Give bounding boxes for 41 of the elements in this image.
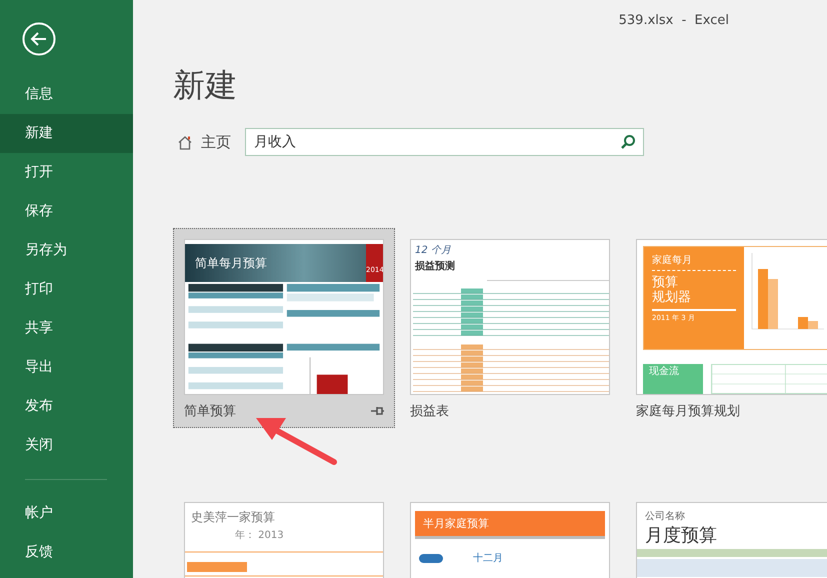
search-field[interactable]: 月收入 [245,128,644,156]
sidebar-item[interactable]: 另存为 [0,231,133,270]
template-card[interactable]: 公司名称 月度预算 [625,491,827,578]
toggle-drawing [419,554,443,562]
template-card[interactable]: 12 个月 损益预测 损益表 [399,228,621,428]
sidebar-item[interactable]: 打印 [0,270,133,309]
sidebar-item[interactable]: 保存 [0,192,133,231]
window-title: 539.xlsx - Excel [618,13,729,28]
preview-tag: 现金流 [643,364,703,394]
sidebar-item[interactable]: 共享 [0,309,133,348]
preview-title: 半月家庭预算 [415,511,605,539]
preview-title: 预算 [652,275,679,290]
template-card[interactable]: 史美萍一家预算 年： 2013 [173,491,395,578]
preview-title: 月度预算 [644,524,718,547]
preview-title: 损益预测 [414,260,456,274]
preview-caption: 12 个月 [414,244,452,257]
sidebar-item[interactable]: 打开 [0,153,133,192]
sidebar-item[interactable]: 信息 [0,75,133,114]
sidebar-item[interactable]: 导出 [0,348,133,387]
sidebar-item[interactable]: 关闭 [0,426,133,465]
sidebar-item[interactable]: 帐户 [0,494,133,533]
preview-year: 年： 2013 [234,529,285,543]
template-name: 损益表 [410,403,449,420]
search-icon [620,134,636,150]
preview-caption: 公司名称 [644,510,686,523]
preview-title: 规划器 [652,290,692,305]
preview-title: 简单每月预算 [195,254,267,272]
preview-month: 十二月 [473,552,503,565]
house-icon [177,134,193,150]
page-heading: 新建 [173,66,238,104]
preview-caption: 家庭每月 [652,253,736,271]
preview-title: 史美萍一家预算 [190,509,276,526]
template-name: 家庭每月预算规划 [636,403,740,420]
template-name: 简单预算 [184,403,236,420]
back-button[interactable] [22,22,56,56]
sidebar-item[interactable]: 发布 [0,387,133,426]
sidebar-item[interactable]: 反馈 [0,533,133,572]
template-card[interactable]: 半月家庭预算 十二月 [399,491,621,578]
home-link[interactable]: 主页 [173,132,231,152]
pin-icon[interactable] [370,405,384,417]
sidebar-item[interactable]: 新建 [0,114,133,153]
